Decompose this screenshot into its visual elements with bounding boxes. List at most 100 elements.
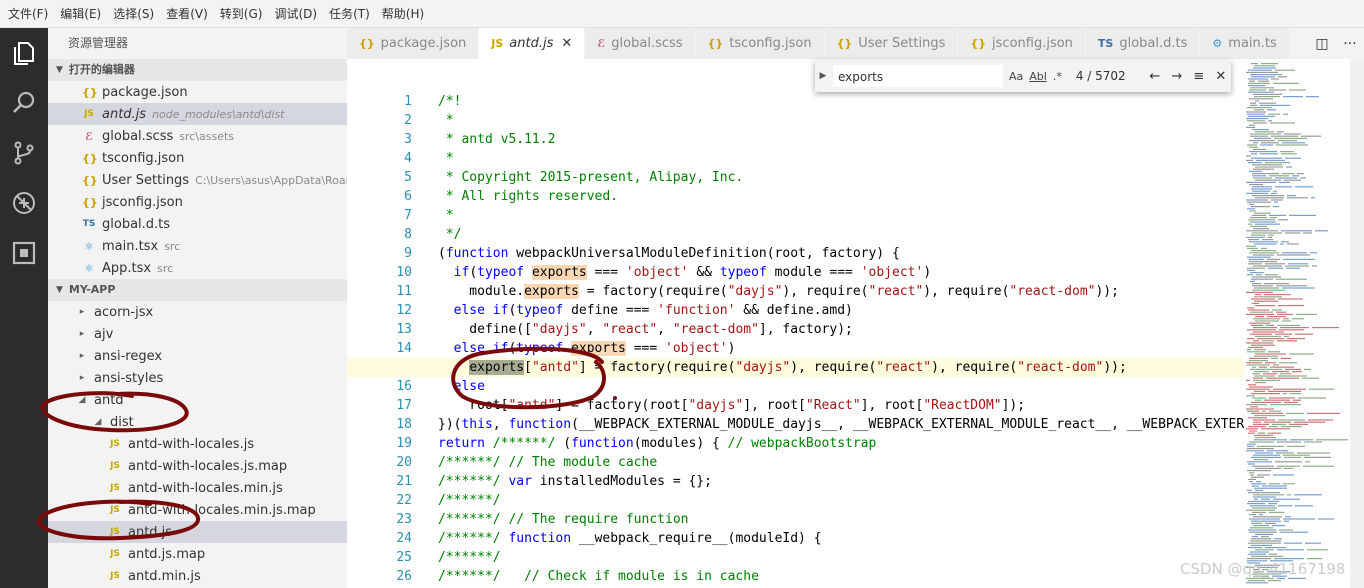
open-editor-path: src <box>164 239 181 253</box>
editor-tab[interactable]: {} User Settings <box>824 28 959 59</box>
open-editors-header[interactable]: ▼ 打开的编辑器 <box>48 59 347 81</box>
close-icon[interactable]: ✕ <box>561 36 572 51</box>
explorer-activity-button[interactable] <box>0 28 48 78</box>
more-actions-icon[interactable]: ··· <box>1343 36 1356 52</box>
minimap-line <box>1247 113 1265 115</box>
minimap[interactable] <box>1244 59 1350 588</box>
minimap-line <box>1285 265 1309 267</box>
menu-item[interactable]: 任务(T) <box>323 0 376 28</box>
menu-item[interactable]: 转到(G) <box>214 0 269 28</box>
tree-file[interactable]: JS antd-with-locales.js.map <box>48 455 347 477</box>
code-token: typeof <box>516 303 564 318</box>
tree-file[interactable]: JS antd.js <box>48 521 347 543</box>
tree-file[interactable]: JS antd-with-locales.min.js <box>48 477 347 499</box>
minimap-line <box>1292 175 1299 177</box>
editor-tab[interactable]: ⚙ main.ts <box>1200 28 1290 59</box>
open-editor-item[interactable]: ⚛ App.tsx src <box>48 257 347 279</box>
minimap-line <box>1255 179 1281 181</box>
code-token: var <box>508 474 532 489</box>
minimap-line <box>1288 263 1308 265</box>
project-header[interactable]: ▼ MY-APP <box>48 279 347 301</box>
split-editor-icon[interactable]: ◫ <box>1315 36 1328 52</box>
minimap-line <box>1285 516 1291 518</box>
tree-file[interactable]: JS antd.min.js <box>48 565 347 587</box>
whole-word-toggle[interactable]: Abl <box>1029 70 1047 83</box>
find-input[interactable]: exports <box>833 65 1003 87</box>
match-case-toggle[interactable]: Aa <box>1009 70 1023 83</box>
tree-folder[interactable]: ◢ antd <box>48 389 347 411</box>
minimap-line <box>1255 223 1280 225</box>
tree-item-label: dist <box>110 414 134 430</box>
editor-tab[interactable]: {} jsconfig.json <box>958 28 1086 59</box>
minimap-line <box>1271 192 1277 194</box>
minimap-line <box>1250 102 1256 104</box>
minimap-line <box>1263 373 1277 375</box>
minimap-line <box>1247 448 1274 450</box>
minimap-line <box>1267 450 1288 452</box>
source-control-activity-button[interactable] <box>0 128 48 178</box>
next-match-button[interactable]: → <box>1170 69 1184 84</box>
tab-label: global.d.ts <box>1119 36 1188 51</box>
open-editor-item[interactable]: TS global.d.ts <box>48 213 347 235</box>
editor-tab[interactable]: {} package.json <box>347 28 480 59</box>
tree-file[interactable]: JS antd-with-locales.min.js.map <box>48 499 347 521</box>
minimap-line <box>1248 346 1263 348</box>
extensions-activity-button[interactable] <box>0 228 48 278</box>
menu-item[interactable]: 编辑(E) <box>54 0 107 28</box>
vertical-scrollbar[interactable] <box>1350 59 1364 588</box>
regex-toggle[interactable]: .* <box>1053 70 1062 83</box>
open-editor-item[interactable]: ℰglobal.scss src\assets <box>48 125 347 147</box>
minimap-line <box>1255 452 1273 454</box>
minimap-line <box>1277 313 1293 315</box>
tree-folder[interactable]: ▸ ajv <box>48 323 347 345</box>
minimap-line <box>1281 230 1312 232</box>
code-editor[interactable]: 1234567891011121314151617181920212223242… <box>347 59 1244 588</box>
open-editor-item[interactable]: {} jsconfig.json <box>48 191 347 213</box>
code-line: root["antd"] = factory(root["dayjs"], ro… <box>438 396 1244 415</box>
minimap-line <box>1297 452 1330 454</box>
editor-tab[interactable]: {} tsconfig.json <box>695 28 825 59</box>
explorer-sidebar: 资源管理器 ▼ 打开的编辑器 {} package.json JS antd.js no… <box>48 28 347 588</box>
code-content[interactable]: /*! * * antd v5.11.2 * * Copyright 2015-… <box>347 92 1244 586</box>
minimap-line <box>1252 289 1285 291</box>
close-find-button[interactable]: ✕ <box>1214 69 1228 84</box>
menu-item[interactable]: 选择(S) <box>107 0 160 28</box>
editor-tab[interactable]: TS global.d.ts <box>1085 28 1201 59</box>
open-editor-item[interactable]: {} User Settings C:\Users\asus\AppData\Roa… <box>48 169 347 191</box>
open-editor-item[interactable]: {} tsconfig.json <box>48 147 347 169</box>
menu-item[interactable]: 文件(F) <box>2 0 54 28</box>
open-editor-item[interactable]: JS antd.js node_modules\antd\dist <box>48 103 347 125</box>
minimap-line <box>1253 454 1280 456</box>
previous-match-button[interactable]: ← <box>1148 69 1162 84</box>
find-in-selection-button[interactable]: ≡ <box>1192 69 1206 84</box>
editor-tab[interactable]: ℰglobal.scss <box>585 28 696 59</box>
minimap-line <box>1251 324 1263 326</box>
minimap-line <box>1246 428 1258 430</box>
chevron-right-icon[interactable]: ▶ <box>815 71 831 81</box>
debug-activity-button[interactable] <box>0 178 48 228</box>
tree-folder[interactable]: ▸ ansi-regex <box>48 345 347 367</box>
minimap-line <box>1248 384 1256 386</box>
open-editor-path: src <box>157 261 174 275</box>
open-editor-item[interactable]: ⚛ main.tsx src <box>48 235 347 257</box>
tree-file[interactable]: JS antd-with-locales.js <box>48 433 347 455</box>
minimap-line <box>1250 135 1268 137</box>
menu-item[interactable]: 查看(V) <box>160 0 214 28</box>
line-number: 12 <box>396 303 412 318</box>
code-token: "dayjs" <box>735 360 791 375</box>
tree-file[interactable]: JS antd.js.map <box>48 543 347 565</box>
menu-item[interactable]: 调试(D) <box>268 0 323 28</box>
open-editor-item[interactable]: {} package.json <box>48 81 347 103</box>
minimap-line <box>1247 269 1255 271</box>
code-token: /******/ <box>438 455 501 470</box>
menu-item[interactable]: 帮助(H) <box>376 0 430 28</box>
minimap-line <box>1284 520 1289 522</box>
editor-tab[interactable]: JS antd.js ✕ <box>479 28 586 59</box>
code-token: (modules) { <box>633 436 728 451</box>
tree-folder[interactable]: ▸ ansi-styles <box>48 367 347 389</box>
tree-folder[interactable]: ▸ acorn-jsx <box>48 301 347 323</box>
search-activity-button[interactable] <box>0 78 48 128</box>
tree-folder[interactable]: ◢ dist <box>48 411 347 433</box>
code-line: define(["dayjs", "react", "react-dom"], … <box>438 320 1244 339</box>
